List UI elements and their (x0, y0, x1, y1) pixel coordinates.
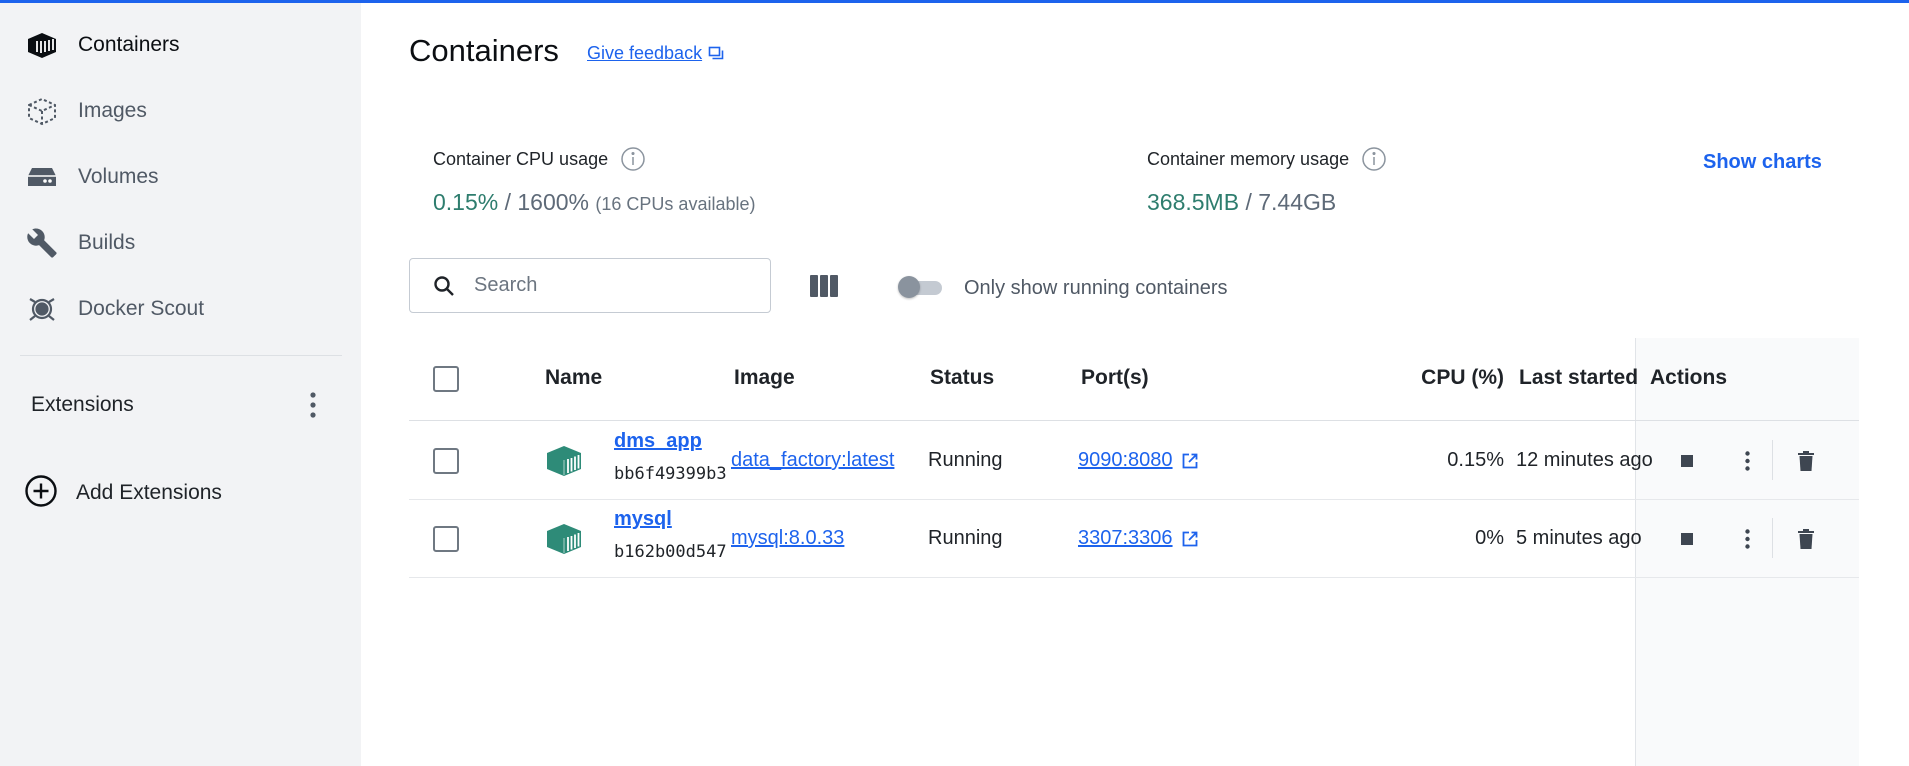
container-name-link[interactable]: dms_app (614, 430, 702, 453)
memory-usage-title: Container memory usage (1147, 148, 1350, 169)
search-box[interactable] (409, 258, 771, 313)
container-id: bb6f49399b3 (614, 464, 726, 484)
sidebar-item-label: Builds (78, 231, 136, 254)
memory-separator: / (1239, 189, 1259, 215)
sidebar-item-docker-scout[interactable]: Docker Scout (24, 289, 344, 329)
volumes-icon (24, 159, 60, 195)
container-port-link[interactable]: 9090:8080 (1078, 449, 1199, 472)
cpu-usage-title: Container CPU usage (433, 148, 609, 169)
sidebar-item-images[interactable]: Images (24, 91, 344, 131)
container-icon (545, 444, 583, 483)
columns-icon[interactable] (809, 272, 839, 300)
table-row[interactable]: dms_app bb6f49399b3 data_factory:latest … (409, 422, 1859, 500)
stop-icon[interactable] (1670, 522, 1704, 556)
more-actions-icon[interactable] (1730, 522, 1764, 556)
images-icon (24, 93, 60, 129)
main-content: Containers Give feedback Container CPU u… (361, 3, 1909, 766)
table-row[interactable]: mysql b162b00d547 mysql:8.0.33 Running 3… (409, 500, 1859, 578)
port-label: 9090:8080 (1078, 449, 1173, 471)
wrench-icon (24, 225, 60, 261)
table-header: Name Image Status Port(s) CPU (%) Last s… (409, 338, 1859, 421)
sidebar-item-label: Volumes (78, 165, 159, 188)
header-status[interactable]: Status (930, 366, 994, 390)
container-name-link[interactable]: mysql (614, 508, 672, 531)
container-port-link[interactable]: 3307:3306 (1078, 527, 1199, 550)
docker-scout-icon (24, 291, 60, 327)
sidebar-item-label: Docker Scout (78, 297, 205, 320)
header-cpu[interactable]: CPU (%) (1409, 366, 1504, 390)
add-extensions-label: Add Extensions (76, 481, 222, 504)
cpu-note: (16 CPUs available) (595, 194, 756, 214)
containers-icon (24, 27, 60, 63)
actions-separator (1772, 440, 1773, 480)
cpu-total: 1600% (517, 189, 590, 215)
add-extensions-button[interactable]: Add Extensions (24, 473, 222, 513)
header-ports[interactable]: Port(s) (1081, 366, 1149, 390)
container-status: Running (928, 449, 1003, 471)
cpu-separator: / (498, 189, 518, 215)
more-actions-icon[interactable] (1730, 444, 1764, 478)
extensions-more-icon[interactable] (300, 389, 326, 421)
memory-total: 7.44GB (1258, 189, 1337, 215)
feedback-icon (708, 46, 724, 59)
header-name[interactable]: Name (545, 366, 602, 390)
search-input[interactable] (474, 274, 754, 297)
sidebar-divider (20, 355, 342, 356)
sidebar-item-volumes[interactable]: Volumes (24, 157, 344, 197)
header-actions: Actions (1650, 366, 1728, 389)
container-cpu: 0.15% (1447, 449, 1504, 471)
port-label: 3307:3306 (1078, 527, 1173, 549)
header-last-started[interactable]: Last started (1519, 366, 1638, 390)
cpu-used: 0.15% (433, 189, 499, 215)
running-only-label: Only show running containers (964, 277, 1228, 299)
cpu-usage-value: 0.15% / 1600% (16 CPUs available) (433, 189, 755, 216)
give-feedback-label: Give feedback (587, 43, 703, 63)
add-circle-icon (24, 474, 58, 513)
show-charts-button[interactable]: Show charts (1703, 151, 1822, 174)
container-id: b162b00d547 (614, 542, 726, 562)
external-link-icon (1182, 453, 1197, 468)
delete-icon[interactable] (1789, 522, 1823, 556)
actions-separator (1772, 518, 1773, 558)
row-checkbox[interactable] (433, 526, 459, 552)
sidebar-item-label: Images (78, 99, 147, 122)
cpu-usage-label: Container CPU usage (433, 146, 646, 172)
select-all-checkbox[interactable] (433, 366, 459, 392)
sidebar-item-label: Containers (78, 33, 180, 56)
header-image[interactable]: Image (734, 366, 795, 390)
toggle-knob (898, 276, 920, 298)
row-checkbox[interactable] (433, 448, 459, 474)
running-only-toggle[interactable] (898, 276, 944, 298)
sidebar-item-builds[interactable]: Builds (24, 223, 344, 263)
sidebar: Containers Images Volumes Builds Docker … (0, 3, 361, 766)
info-icon[interactable] (620, 146, 646, 172)
external-link-icon (1182, 531, 1197, 546)
container-cpu: 0% (1475, 527, 1504, 549)
memory-usage-label: Container memory usage (1147, 146, 1387, 172)
container-icon (545, 522, 583, 561)
container-status: Running (928, 527, 1003, 549)
memory-usage-value: 368.5MB / 7.44GB (1147, 189, 1336, 216)
stop-icon[interactable] (1670, 444, 1704, 478)
container-image-link[interactable]: data_factory:latest (731, 449, 915, 472)
container-last-started: 12 minutes ago (1516, 449, 1653, 471)
delete-icon[interactable] (1789, 444, 1823, 478)
page-title: Containers (409, 33, 559, 68)
info-icon[interactable] (1361, 146, 1387, 172)
memory-used: 368.5MB (1147, 189, 1240, 215)
container-last-started: 5 minutes ago (1516, 527, 1642, 549)
extensions-heading: Extensions (31, 393, 134, 416)
give-feedback-link[interactable]: Give feedback (587, 43, 724, 64)
container-image-link[interactable]: mysql:8.0.33 (731, 527, 915, 550)
search-icon (432, 274, 456, 298)
sidebar-item-containers[interactable]: Containers (24, 25, 344, 65)
